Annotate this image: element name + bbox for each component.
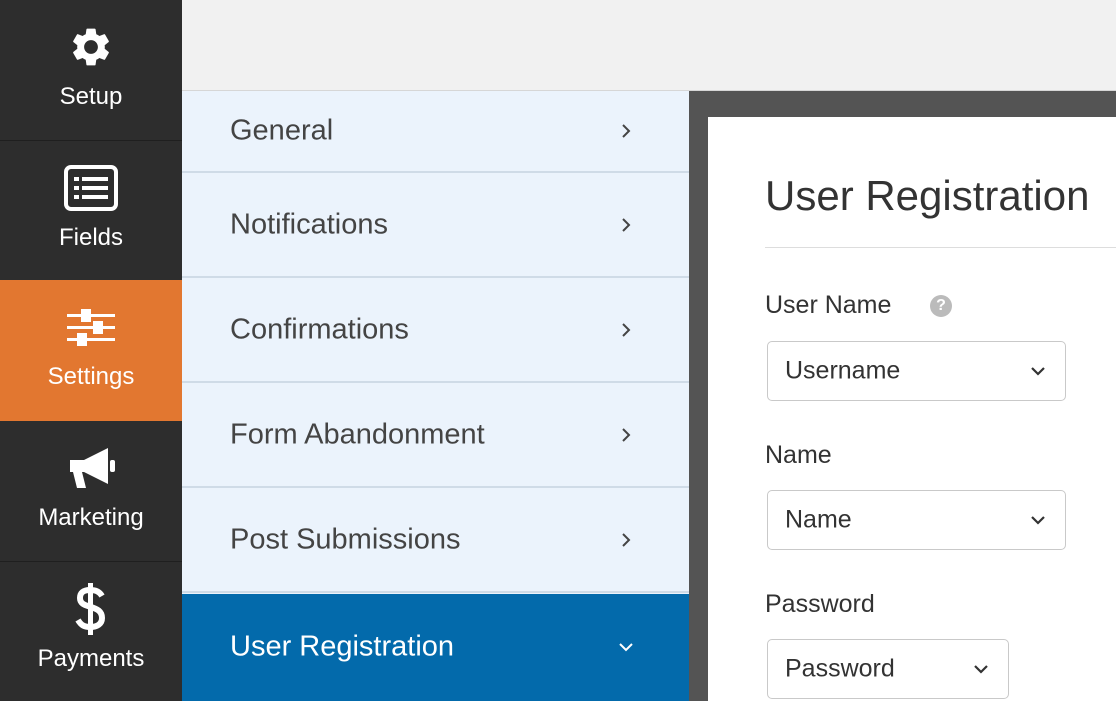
sidebar-item-label: Settings bbox=[47, 363, 135, 390]
sidebar-item-label: Marketing bbox=[38, 504, 144, 531]
password-label: Password bbox=[765, 590, 875, 618]
megaphone-icon bbox=[0, 443, 182, 493]
gear-icon bbox=[0, 22, 182, 72]
chevron-down-icon bbox=[619, 642, 633, 651]
dollar-icon bbox=[0, 583, 182, 635]
chevron-right-icon bbox=[622, 322, 631, 337]
sidebar-item-label: Setup bbox=[59, 83, 123, 110]
user-name-select[interactable]: Username bbox=[767, 341, 1066, 401]
sidebar-item-setup[interactable]: Setup bbox=[0, 0, 182, 141]
sidebar-item-label: Fields bbox=[58, 224, 124, 251]
settings-item-label: Notifications bbox=[230, 208, 388, 240]
select-value: Password bbox=[785, 654, 895, 683]
help-icon[interactable]: ? bbox=[930, 295, 952, 317]
sidebar-item-marketing[interactable]: Marketing bbox=[0, 421, 182, 562]
select-value: Username bbox=[785, 356, 901, 385]
title-divider bbox=[765, 247, 1116, 248]
settings-item-post-submissions[interactable]: Post Submissions bbox=[182, 488, 689, 593]
settings-item-label: Confirmations bbox=[230, 313, 409, 345]
settings-item-label: User Registration bbox=[230, 630, 455, 662]
chevron-down-icon bbox=[974, 665, 988, 674]
builder-sidebar: Setup Fields Settings Marketing Payments bbox=[0, 0, 182, 701]
settings-item-label: Form Abandonment bbox=[230, 418, 485, 450]
name-label: Name bbox=[765, 441, 832, 469]
settings-item-form-abandonment[interactable]: Form Abandonment bbox=[182, 383, 689, 488]
settings-panel-menu: General Notifications Confirmations Form… bbox=[182, 91, 689, 701]
password-select[interactable]: Password bbox=[767, 639, 1009, 699]
chevron-down-icon bbox=[1031, 367, 1045, 376]
sliders-icon bbox=[0, 302, 182, 352]
top-toolbar bbox=[182, 0, 1116, 91]
sidebar-item-label: Payments bbox=[37, 645, 145, 672]
user-name-label: User Name bbox=[765, 291, 892, 319]
sidebar-item-payments[interactable]: Payments bbox=[0, 562, 182, 701]
settings-item-notifications[interactable]: Notifications bbox=[182, 173, 689, 278]
chevron-right-icon bbox=[622, 124, 631, 138]
settings-item-label: General bbox=[230, 114, 334, 147]
settings-item-general[interactable]: General bbox=[182, 91, 689, 173]
name-select[interactable]: Name bbox=[767, 490, 1066, 550]
sidebar-item-settings[interactable]: Settings bbox=[0, 280, 182, 421]
sidebar-item-fields[interactable]: Fields bbox=[0, 141, 182, 282]
user-registration-panel: User Registration User Name ? Username N… bbox=[708, 117, 1116, 701]
settings-item-user-registration[interactable]: User Registration bbox=[182, 594, 689, 701]
chevron-right-icon bbox=[622, 427, 631, 442]
chevron-right-icon bbox=[622, 217, 631, 232]
settings-item-confirmations[interactable]: Confirmations bbox=[182, 278, 689, 383]
settings-item-label: Post Submissions bbox=[230, 523, 461, 555]
fields-list-icon bbox=[0, 163, 182, 213]
chevron-right-icon bbox=[622, 532, 631, 547]
chevron-down-icon bbox=[1031, 516, 1045, 525]
select-value: Name bbox=[785, 505, 852, 534]
panel-title: User Registration bbox=[765, 172, 1090, 219]
